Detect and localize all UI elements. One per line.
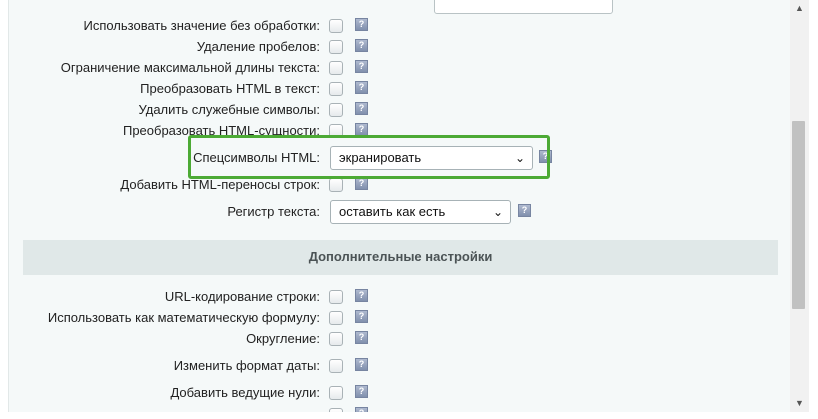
help-icon[interactable]: ? (355, 177, 368, 190)
field-label: Регистр текста: (227, 204, 320, 219)
help-icon[interactable]: ? (539, 150, 552, 163)
field-row-html-breaks: Добавить HTML-переносы строк: ? (9, 175, 791, 195)
help-icon[interactable]: ? (355, 39, 368, 52)
field-label: Преобразовать HTML в текст: (140, 81, 320, 96)
field-row-html-entities: Преобразовать HTML-сущности: ? (9, 121, 791, 141)
help-icon[interactable]: ? (518, 204, 531, 217)
field-row-strip-control-chars: Удалить служебные символы: ? (9, 100, 791, 120)
field-label: Удаление пробелов: (196, 39, 320, 54)
partial-select[interactable] (434, 0, 613, 14)
scroll-down-icon[interactable]: ▼ (790, 395, 809, 412)
help-icon[interactable]: ? (355, 358, 368, 371)
help-icon[interactable]: ? (355, 18, 368, 31)
partial-checkbox[interactable] (329, 408, 343, 412)
chevron-down-icon: ⌄ (514, 151, 525, 165)
math-formula-checkbox[interactable] (329, 311, 343, 325)
vertical-scrollbar[interactable]: ▲ ▼ (790, 0, 809, 412)
field-label: Добавить HTML-переносы строк: (120, 177, 320, 192)
select-value: оставить как есть (339, 204, 446, 219)
settings-panel: Использовать значение без обработки: ? У… (8, 0, 791, 412)
text-case-select[interactable]: оставить как есть ⌄ (330, 200, 511, 224)
help-icon[interactable]: ? (355, 407, 368, 412)
html-entities-checkbox[interactable] (329, 124, 343, 138)
scrollbar-thumb[interactable] (792, 121, 805, 309)
field-row-trim-spaces: Удаление пробелов: ? (9, 37, 791, 57)
url-encode-checkbox[interactable] (329, 290, 343, 304)
trim-spaces-checkbox[interactable] (329, 40, 343, 54)
field-label: Добавить ведущие нули: (170, 385, 320, 400)
field-row-partial: ? (9, 405, 791, 412)
field-row-rounding: Округление: ? (9, 329, 791, 349)
field-label: Ограничение максимальной длины текста: (60, 60, 320, 75)
field-row-url-encode: URL-кодирование строки: ? (9, 287, 791, 307)
rounding-checkbox[interactable] (329, 332, 343, 346)
leading-zeros-checkbox[interactable] (329, 386, 343, 400)
field-label: Преобразовать HTML-сущности: (122, 123, 320, 138)
field-label: Использовать как математическую формулу: (47, 310, 320, 325)
help-icon[interactable]: ? (355, 123, 368, 136)
strip-control-chars-checkbox[interactable] (329, 103, 343, 117)
date-format-checkbox[interactable] (329, 359, 343, 373)
help-icon[interactable]: ? (355, 60, 368, 73)
html-breaks-checkbox[interactable] (329, 178, 343, 192)
field-label: Использовать значение без обработки: (83, 18, 320, 33)
help-icon[interactable]: ? (355, 385, 368, 398)
scroll-up-icon[interactable]: ▲ (790, 0, 809, 17)
field-label: Изменить формат даты: (173, 358, 320, 373)
help-icon[interactable]: ? (355, 102, 368, 115)
html-specials-select[interactable]: экранировать ⌄ (330, 146, 533, 170)
chevron-down-icon: ⌄ (492, 205, 503, 219)
field-row-html-to-text: Преобразовать HTML в текст: ? (9, 79, 791, 99)
field-label: URL-кодирование строки: (164, 289, 320, 304)
raw-value-checkbox[interactable] (329, 19, 343, 33)
html-to-text-checkbox[interactable] (329, 82, 343, 96)
field-label: Округление: (246, 331, 320, 346)
help-icon[interactable]: ? (355, 310, 368, 323)
section-header-additional: Дополнительные настройки (23, 240, 778, 275)
field-row-max-length: Ограничение максимальной длины текста: ? (9, 58, 791, 78)
field-label: Спецсимволы HTML: (193, 150, 320, 165)
field-row-leading-zeros: Добавить ведущие нули: ? (9, 383, 791, 403)
help-icon[interactable]: ? (355, 81, 368, 94)
field-row-raw-value: Использовать значение без обработки: ? (9, 16, 791, 36)
field-row-date-format: Изменить формат даты: ? (9, 356, 791, 376)
select-value: экранировать (339, 150, 422, 165)
help-icon[interactable]: ? (355, 289, 368, 302)
max-length-checkbox[interactable] (329, 61, 343, 75)
help-icon[interactable]: ? (355, 331, 368, 344)
field-row-math-formula: Использовать как математическую формулу:… (9, 308, 791, 328)
field-label: Удалить служебные символы: (138, 102, 320, 117)
